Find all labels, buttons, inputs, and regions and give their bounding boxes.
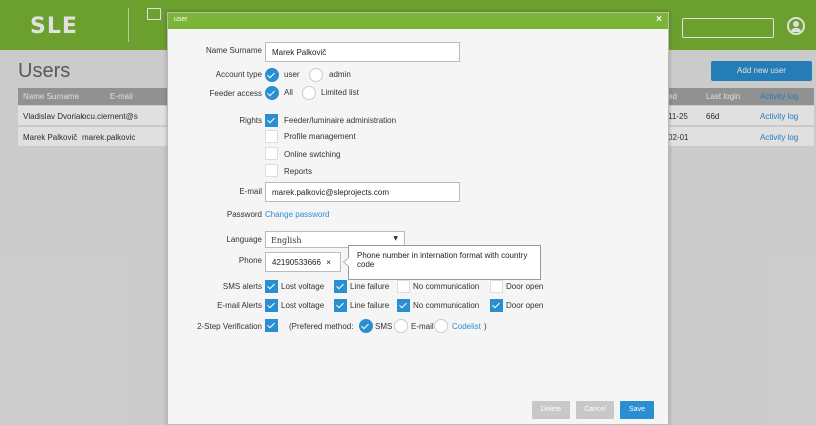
delete-button[interactable]: Delete [532, 401, 570, 419]
method-sms-radio[interactable] [359, 319, 373, 333]
sms-line-failure-label: Line failure [350, 282, 390, 291]
two-step-checkbox[interactable] [265, 319, 278, 332]
name-input[interactable]: Marek Palkovič [265, 42, 460, 62]
rights-profile-label: Profile management [284, 132, 356, 141]
rights-label: Rights [239, 116, 262, 125]
close-icon[interactable]: × [656, 14, 662, 25]
name-label: Name Surname [205, 46, 262, 55]
chevron-down-icon: ▼ [393, 235, 398, 242]
method-sms-label: SMS [375, 322, 393, 331]
method-codelist-label: Codelist [452, 322, 481, 331]
method-email-radio[interactable] [394, 319, 408, 333]
language-label: Language [226, 235, 262, 244]
save-button[interactable]: Save [620, 401, 654, 419]
email-alerts-label: E-mail Alerts [217, 301, 262, 310]
email-lost-voltage-checkbox[interactable] [265, 299, 278, 312]
sms-line-failure-checkbox[interactable] [334, 280, 347, 293]
rights-profile-checkbox[interactable] [265, 130, 278, 143]
email-label: E-mail [239, 187, 262, 196]
phone-tooltip: Phone number in internation format with … [343, 245, 541, 280]
cancel-button[interactable]: Cancel [576, 401, 614, 419]
email-door-open-label: Door open [506, 301, 544, 310]
rights-feeder-checkbox[interactable] [265, 114, 278, 127]
feeder-access-label: Feeder access [209, 89, 262, 98]
email-no-communication-checkbox[interactable] [397, 299, 410, 312]
method-close-paren: ) [484, 322, 487, 331]
sms-no-communication-checkbox[interactable] [397, 280, 410, 293]
email-no-communication-label: No communication [413, 301, 480, 310]
email-line-failure-label: Line failure [350, 301, 390, 310]
two-step-label: 2-Step Verification [197, 322, 262, 331]
rights-feeder-label: Feeder/luminaire administration [284, 116, 397, 125]
account-user-radio[interactable] [265, 68, 279, 82]
email-lost-voltage-label: Lost voltage [281, 301, 325, 310]
sms-door-open-checkbox[interactable] [490, 280, 503, 293]
feeder-limited-radio[interactable] [302, 86, 316, 100]
feeder-all-radio[interactable] [265, 86, 279, 100]
phone-label: Phone [238, 256, 262, 265]
feeder-all-label: All [284, 88, 293, 97]
change-password-link[interactable]: Change password [265, 210, 329, 219]
prefered-method-label: (Prefered method: [289, 322, 354, 331]
password-label: Password [226, 210, 262, 219]
phone-clear-icon[interactable]: × [326, 258, 331, 267]
method-codelist-radio[interactable] [434, 319, 448, 333]
account-type-label: Account type [215, 70, 262, 79]
sms-door-open-label: Door open [506, 282, 544, 291]
rights-switching-checkbox[interactable] [265, 147, 278, 160]
email-line-failure-checkbox[interactable] [334, 299, 347, 312]
sms-alerts-label: SMS alerts [222, 282, 262, 291]
rights-switching-label: Online swtching [284, 150, 341, 159]
phone-input[interactable]: 42190533666 × [265, 252, 341, 272]
email-field[interactable]: marek.palkovic@sleprojects.com [265, 182, 460, 202]
feeder-limited-label: Limited list [321, 88, 359, 97]
sms-lost-voltage-checkbox[interactable] [265, 280, 278, 293]
rights-reports-label: Reports [284, 167, 313, 176]
account-admin-label: admin [329, 70, 351, 79]
email-door-open-checkbox[interactable] [490, 299, 503, 312]
sms-lost-voltage-label: Lost voltage [281, 282, 325, 291]
dialog-header: user × [168, 13, 668, 29]
rights-reports-checkbox[interactable] [265, 164, 278, 177]
dialog-title: user [174, 16, 188, 23]
method-email-label: E-mail [411, 322, 434, 331]
account-admin-radio[interactable] [309, 68, 323, 82]
account-user-label: user [284, 70, 300, 79]
language-value: English [271, 236, 302, 245]
sms-no-communication-label: No communication [413, 282, 480, 291]
phone-value: 42190533666 [272, 258, 321, 267]
user-dialog: user × Name Surname Marek Palkovič Accou… [167, 12, 669, 425]
